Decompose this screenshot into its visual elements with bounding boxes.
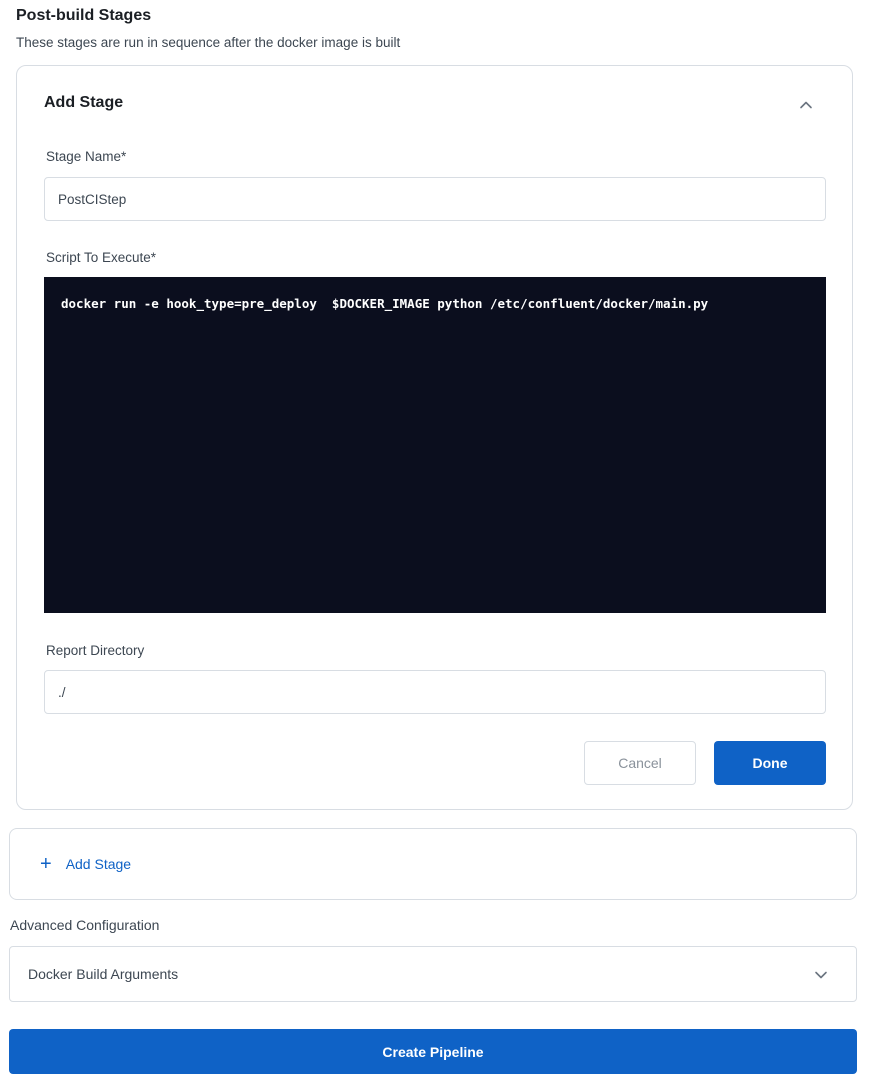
create-pipeline-button[interactable]: Create Pipeline [9,1029,857,1074]
collapse-button[interactable] [794,93,818,117]
section-title: Post-build Stages [16,7,152,24]
add-stage-card: + Add Stage [9,828,857,900]
report-directory-input[interactable] [44,670,826,714]
script-label: Script To Execute* [46,250,157,265]
stage-name-label: Stage Name* [46,149,127,164]
script-editor[interactable]: docker run -e hook_type=pre_deploy $DOCK… [44,277,826,613]
add-stage-label: Add Stage [65,856,132,872]
plus-icon: + [40,853,52,875]
add-stage-form-card: Add Stage Stage Name* Script To Execute*… [16,65,853,810]
section-subtitle: These stages are run in sequence after t… [16,35,401,50]
stage-name-input[interactable] [44,177,826,221]
docker-build-arguments-accordion[interactable]: Docker Build Arguments [9,946,857,1002]
chevron-up-icon [800,101,812,109]
advanced-configuration-label: Advanced Configuration [10,917,160,933]
script-line: docker run -e hook_type=pre_deploy $DOCK… [61,296,709,311]
add-stage-form-title: Add Stage [44,94,124,111]
report-directory-label: Report Directory [46,643,145,658]
cancel-button[interactable]: Cancel [584,741,696,785]
add-stage-button[interactable]: + Add Stage [40,853,132,875]
docker-build-arguments-label: Docker Build Arguments [28,966,179,982]
done-button[interactable]: Done [714,741,826,785]
chevron-down-icon [810,964,832,986]
